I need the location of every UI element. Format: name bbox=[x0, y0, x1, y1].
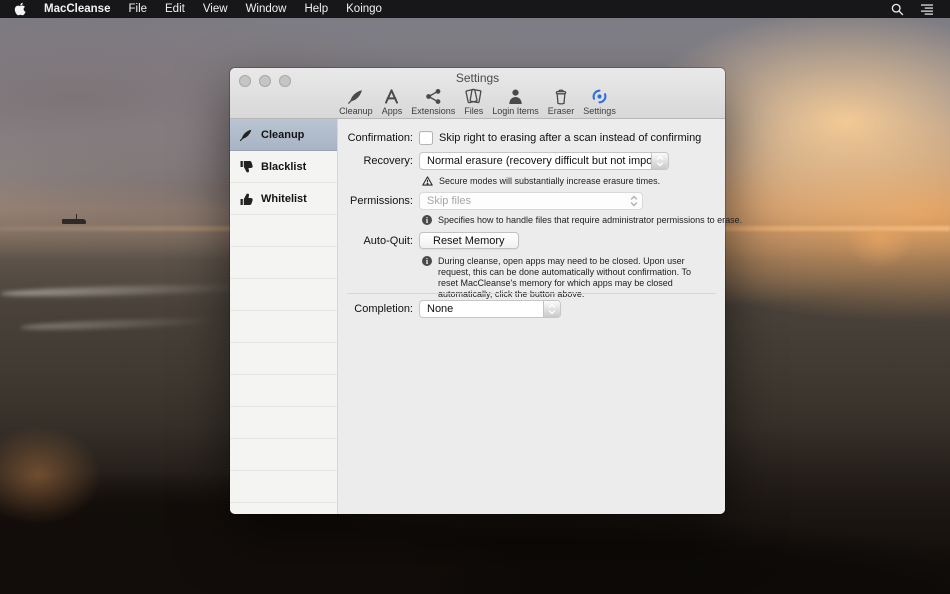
feather-icon bbox=[239, 128, 253, 142]
reset-memory-button[interactable]: Reset Memory bbox=[419, 232, 519, 249]
sidebar-item-blacklist[interactable]: Blacklist bbox=[230, 151, 337, 183]
permissions-label: Permissions: bbox=[338, 195, 413, 207]
permissions-row: Permissions: Skip files bbox=[338, 192, 717, 210]
recovery-popup-value: Normal erasure (recovery difficult but n… bbox=[420, 155, 651, 167]
sidebar-item-cleanup[interactable]: Cleanup bbox=[230, 119, 337, 151]
window-toolbar: Cleanup Apps Extensions bbox=[230, 85, 725, 116]
permissions-popup-value: Skip files bbox=[420, 195, 626, 207]
sidebar-item-label: Cleanup bbox=[261, 129, 304, 141]
settings-pane: Confirmation: Skip right to erasing afte… bbox=[338, 119, 725, 514]
window-title: Settings bbox=[230, 71, 725, 85]
sidebar-item-whitelist[interactable]: Whitelist bbox=[230, 183, 337, 215]
section-divider bbox=[347, 293, 716, 294]
warning-icon bbox=[422, 176, 433, 186]
confirmation-label: Confirmation: bbox=[338, 132, 413, 144]
wave-foam bbox=[20, 317, 220, 332]
info-icon: i bbox=[422, 215, 432, 225]
toolbar-item-files[interactable]: Files bbox=[464, 85, 483, 116]
feather-icon bbox=[347, 85, 364, 105]
toolbar-item-apps[interactable]: Apps bbox=[382, 85, 403, 116]
apple-menu-icon[interactable] bbox=[14, 2, 26, 16]
sidebar-empty-rows bbox=[230, 215, 337, 514]
app-store-a-icon bbox=[383, 85, 400, 105]
permissions-popup[interactable]: Skip files bbox=[419, 192, 643, 210]
documents-icon bbox=[464, 85, 483, 105]
auto-quit-label: Auto-Quit: bbox=[338, 235, 413, 247]
toolbar-label: Extensions bbox=[411, 106, 455, 116]
menu-item-edit[interactable]: Edit bbox=[165, 0, 185, 18]
menu-item-koingo[interactable]: Koingo bbox=[346, 0, 382, 18]
person-icon bbox=[507, 85, 524, 105]
menu-bar: MacCleanse File Edit View Window Help Ko… bbox=[0, 0, 950, 18]
wave-foam bbox=[0, 283, 250, 299]
recovery-row: Recovery: Normal erasure (recovery diffi… bbox=[338, 152, 717, 170]
popup-stepper-icon bbox=[626, 193, 642, 209]
sidebar: Cleanup Blacklist Whitelist bbox=[230, 119, 338, 514]
toolbar-label: Files bbox=[464, 106, 483, 116]
menu-item-file[interactable]: File bbox=[128, 0, 147, 18]
window-body: Cleanup Blacklist Whitelist bbox=[230, 119, 725, 514]
trash-icon bbox=[553, 85, 569, 105]
sidebar-item-label: Blacklist bbox=[261, 161, 306, 173]
completion-label: Completion: bbox=[338, 303, 413, 315]
popup-stepper-icon bbox=[651, 153, 668, 169]
checkbox-label[interactable]: Skip right to erasing after a scan inste… bbox=[439, 132, 701, 144]
popup-stepper-icon bbox=[543, 301, 560, 317]
info-icon: i bbox=[422, 256, 432, 266]
share-nodes-icon bbox=[425, 85, 442, 105]
completion-row: Completion: None bbox=[338, 300, 717, 318]
notification-center-icon[interactable] bbox=[920, 3, 934, 15]
warning-text: Secure modes will substantially increase… bbox=[439, 176, 660, 187]
permissions-info: i Specifies how to handle files that req… bbox=[422, 215, 717, 226]
boat-silhouette bbox=[62, 219, 86, 224]
menu-item-view[interactable]: View bbox=[203, 0, 228, 18]
toolbar-label: Cleanup bbox=[339, 106, 373, 116]
menu-item-window[interactable]: Window bbox=[246, 0, 287, 18]
toolbar-item-extensions[interactable]: Extensions bbox=[411, 85, 455, 116]
spotlight-search-icon[interactable] bbox=[891, 3, 904, 16]
permissions-info-text: Specifies how to handle files that requi… bbox=[438, 215, 742, 226]
window-titlebar: Settings Cleanup Apps bbox=[230, 68, 725, 119]
toolbar-label: Apps bbox=[382, 106, 403, 116]
toolbar-item-eraser[interactable]: Eraser bbox=[548, 85, 575, 116]
recovery-popup[interactable]: Normal erasure (recovery difficult but n… bbox=[419, 152, 669, 170]
toolbar-item-cleanup[interactable]: Cleanup bbox=[339, 85, 373, 116]
completion-popup-value: None bbox=[420, 303, 543, 315]
toolbar-label: Eraser bbox=[548, 106, 575, 116]
confirmation-row: Confirmation: Skip right to erasing afte… bbox=[338, 131, 717, 145]
auto-quit-row: Auto-Quit: Reset Memory bbox=[338, 232, 717, 249]
toolbar-item-login-items[interactable]: Login Items bbox=[492, 85, 539, 116]
desktop: MacCleanse File Edit View Window Help Ko… bbox=[0, 0, 950, 594]
thumbs-down-icon bbox=[239, 160, 253, 174]
orbit-sync-icon bbox=[591, 85, 608, 105]
settings-window: Settings Cleanup Apps bbox=[230, 68, 725, 514]
completion-popup[interactable]: None bbox=[419, 300, 561, 318]
toolbar-item-settings[interactable]: Settings bbox=[583, 85, 616, 116]
sunset-glow bbox=[835, 230, 925, 310]
menu-item-maccleanse[interactable]: MacCleanse bbox=[44, 0, 110, 18]
thumbs-up-icon bbox=[239, 192, 253, 206]
toolbar-label: Settings bbox=[583, 106, 616, 116]
menu-item-help[interactable]: Help bbox=[304, 0, 328, 18]
recovery-label: Recovery: bbox=[338, 155, 413, 167]
recovery-warning: Secure modes will substantially increase… bbox=[422, 176, 717, 187]
skip-confirmation-checkbox[interactable] bbox=[419, 131, 433, 145]
toolbar-label: Login Items bbox=[492, 106, 539, 116]
sidebar-item-label: Whitelist bbox=[261, 193, 307, 205]
